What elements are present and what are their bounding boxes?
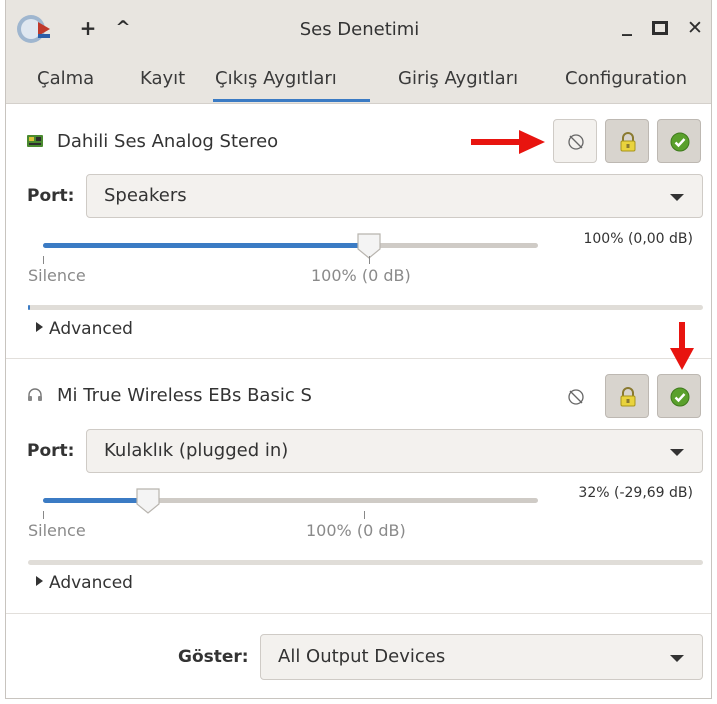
port-value: Kulaklık (plugged in) [104, 440, 289, 461]
tab-recording[interactable]: Kayıt [140, 68, 185, 89]
level-meter [28, 560, 703, 565]
chevron-down-icon [670, 449, 684, 456]
annotation-arrow-down-icon [670, 322, 694, 370]
expander-arrow-icon [36, 322, 43, 332]
silence-label: Silence [28, 521, 86, 540]
headphones-icon [28, 388, 42, 401]
title-bar: + ^ Ses Denetimi _ ✕ [6, 0, 711, 58]
show-label: Göster: [178, 647, 249, 667]
device-name: Mi True Wireless EBs Basic S [57, 385, 312, 406]
silence-label: Silence [28, 266, 86, 285]
norm-tick [369, 256, 370, 264]
advanced-label: Advanced [49, 573, 133, 593]
volume-readout: 100% (0,00 dB) [583, 231, 693, 247]
maximize-button[interactable] [646, 14, 674, 42]
port-select[interactable]: Kulaklık (plugged in) [86, 429, 703, 473]
device-card: Dahili Ses Analog Stereo Port: Speakers [6, 104, 711, 358]
tab-input-devices[interactable]: Giriş Aygıtları [398, 68, 518, 89]
footer-separator [6, 613, 711, 614]
tab-playback[interactable]: Çalma [37, 68, 94, 89]
device-card: Mi True Wireless EBs Basic S Port: Kulak… [6, 359, 711, 613]
device-name: Dahili Ses Analog Stereo [57, 131, 279, 152]
show-devices-value: All Output Devices [278, 646, 446, 667]
norm-label: 100% (0 dB) [306, 521, 406, 540]
set-default-button[interactable] [657, 119, 701, 163]
mute-button[interactable] [553, 374, 597, 418]
lock-icon [620, 387, 636, 407]
mute-icon [568, 134, 584, 150]
silence-tick [43, 511, 44, 519]
advanced-expander[interactable]: Advanced [36, 319, 133, 339]
sound-control-window: + ^ Ses Denetimi _ ✕ Çalma Kayıt Çıkış A… [5, 0, 712, 699]
silence-tick [43, 256, 44, 264]
port-select[interactable]: Speakers [86, 174, 703, 218]
volume-slider[interactable] [43, 243, 538, 248]
check-circle-icon [670, 132, 690, 152]
check-circle-icon [670, 387, 690, 407]
chevron-down-icon [670, 194, 684, 201]
tab-bar: Çalma Kayıt Çıkış Aygıtları Giriş Aygıtl… [6, 58, 711, 104]
volume-readout: 32% (-29,69 dB) [578, 485, 693, 501]
window-title: Ses Denetimi [299, 19, 420, 40]
port-label: Port: [27, 441, 75, 461]
volume-slider-fill [43, 243, 370, 248]
tab-output-devices[interactable]: Çıkış Aygıtları [215, 68, 337, 89]
tab-configuration[interactable]: Configuration [565, 68, 687, 89]
mute-button[interactable] [553, 119, 597, 163]
minimize-button[interactable]: _ [613, 10, 641, 38]
sound-card-icon [27, 135, 43, 147]
set-default-button[interactable] [657, 374, 701, 418]
level-meter-fill [28, 305, 30, 310]
volume-slider-fill [43, 498, 148, 503]
lock-channels-button[interactable] [605, 374, 649, 418]
volume-slider-handle[interactable] [135, 487, 161, 515]
selected-tab-indicator [213, 99, 370, 102]
level-meter [28, 305, 703, 310]
norm-label: 100% (0 dB) [311, 266, 411, 285]
chevron-down-icon [670, 655, 684, 662]
port-label: Port: [27, 186, 75, 206]
norm-tick [364, 511, 365, 519]
annotation-arrow-right-icon [471, 130, 545, 154]
volume-slider[interactable] [43, 498, 538, 503]
lock-icon [620, 132, 636, 152]
expander-arrow-icon [36, 576, 43, 586]
close-button[interactable]: ✕ [681, 14, 709, 42]
lock-channels-button[interactable] [605, 119, 649, 163]
advanced-label: Advanced [49, 319, 133, 339]
mute-icon [568, 389, 584, 405]
port-value: Speakers [104, 185, 187, 206]
advanced-expander[interactable]: Advanced [36, 573, 133, 593]
show-devices-select[interactable]: All Output Devices [260, 634, 703, 680]
